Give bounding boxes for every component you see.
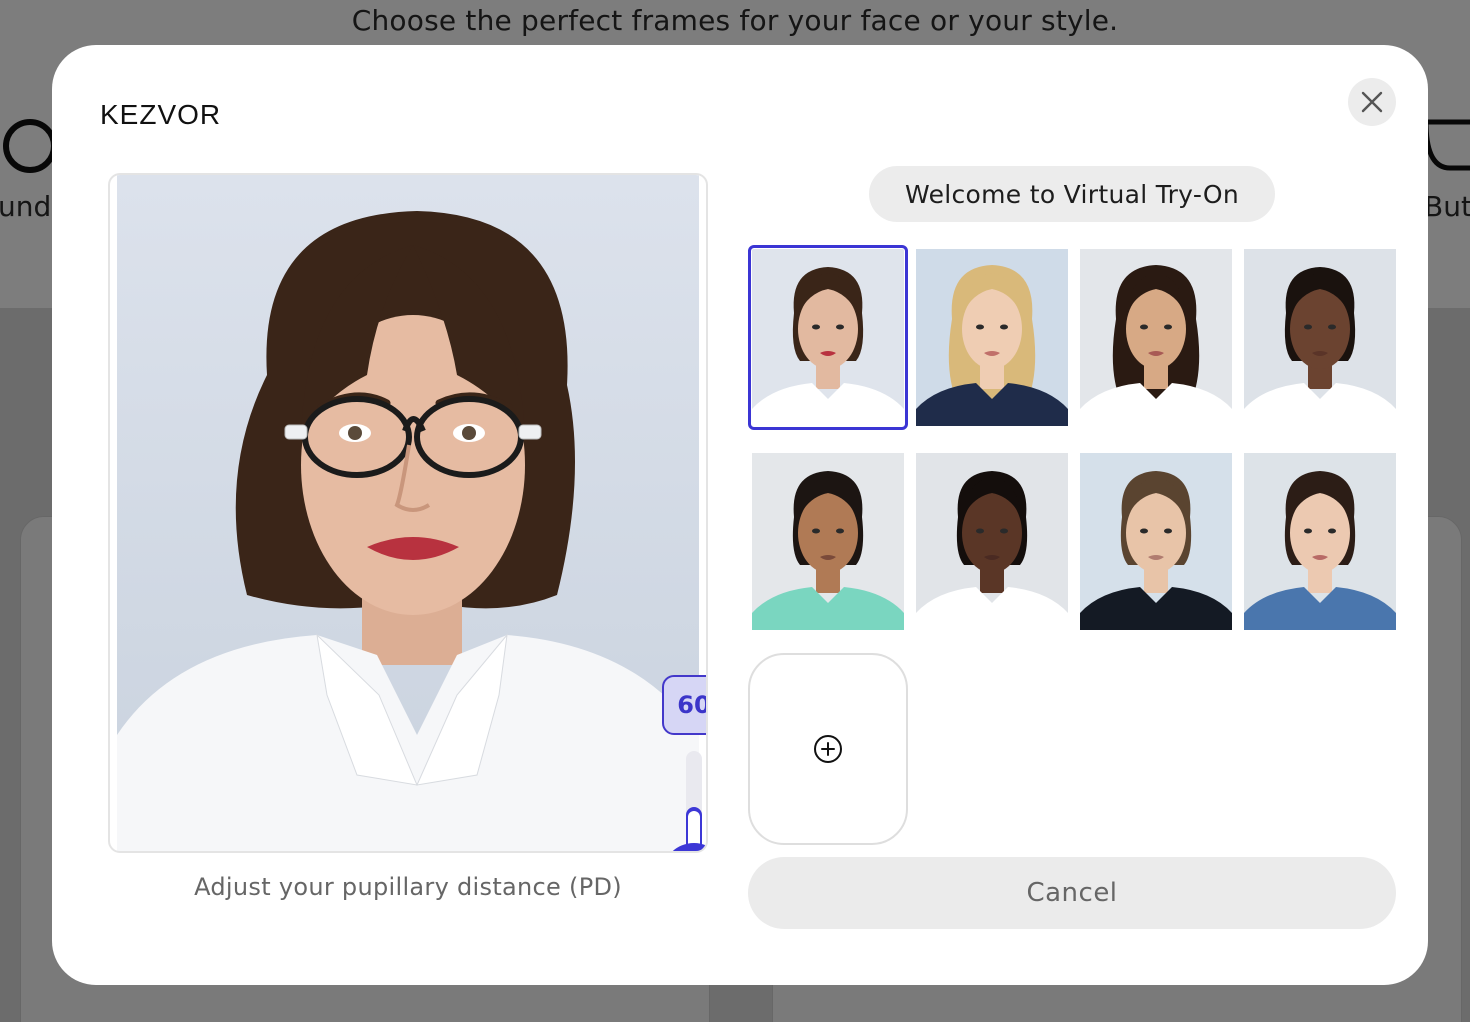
- pd-value-badge: 60: [662, 675, 706, 735]
- pd-slider[interactable]: [686, 751, 702, 851]
- brand-logo: KEZVOR: [100, 99, 222, 130]
- close-icon: [1361, 91, 1383, 113]
- model-portrait: [1244, 249, 1396, 426]
- model-thumbnail[interactable]: [748, 245, 908, 430]
- model-portrait: [1080, 453, 1232, 630]
- try-on-preview[interactable]: 60 PD: [108, 173, 708, 853]
- model-thumbnail[interactable]: [1244, 249, 1396, 426]
- model-thumbnail[interactable]: [916, 249, 1068, 426]
- upload-photo-button[interactable]: [748, 653, 908, 845]
- model-portrait: [752, 453, 904, 630]
- model-thumbnail[interactable]: [1244, 453, 1396, 630]
- plus-circle-icon: [814, 735, 842, 763]
- model-portrait: [752, 249, 904, 426]
- model-portrait: [916, 453, 1068, 630]
- model-portrait: [1244, 453, 1396, 630]
- model-thumbnail[interactable]: [752, 453, 904, 630]
- model-portrait: [916, 249, 1068, 426]
- model-photo: [117, 175, 699, 851]
- model-thumbnail[interactable]: [916, 453, 1068, 630]
- model-thumbnail[interactable]: [1080, 249, 1232, 426]
- model-thumbnail[interactable]: [1080, 453, 1232, 630]
- pd-caption: Adjust your pupillary distance (PD): [194, 873, 622, 901]
- virtual-try-on-modal: KEZVOR 60 Adjust your pupillary distance…: [52, 45, 1428, 985]
- welcome-title: Welcome to Virtual Try-On: [869, 166, 1275, 222]
- model-portrait: [1080, 249, 1232, 426]
- cancel-button[interactable]: Cancel: [748, 857, 1396, 929]
- close-button[interactable]: [1348, 78, 1396, 126]
